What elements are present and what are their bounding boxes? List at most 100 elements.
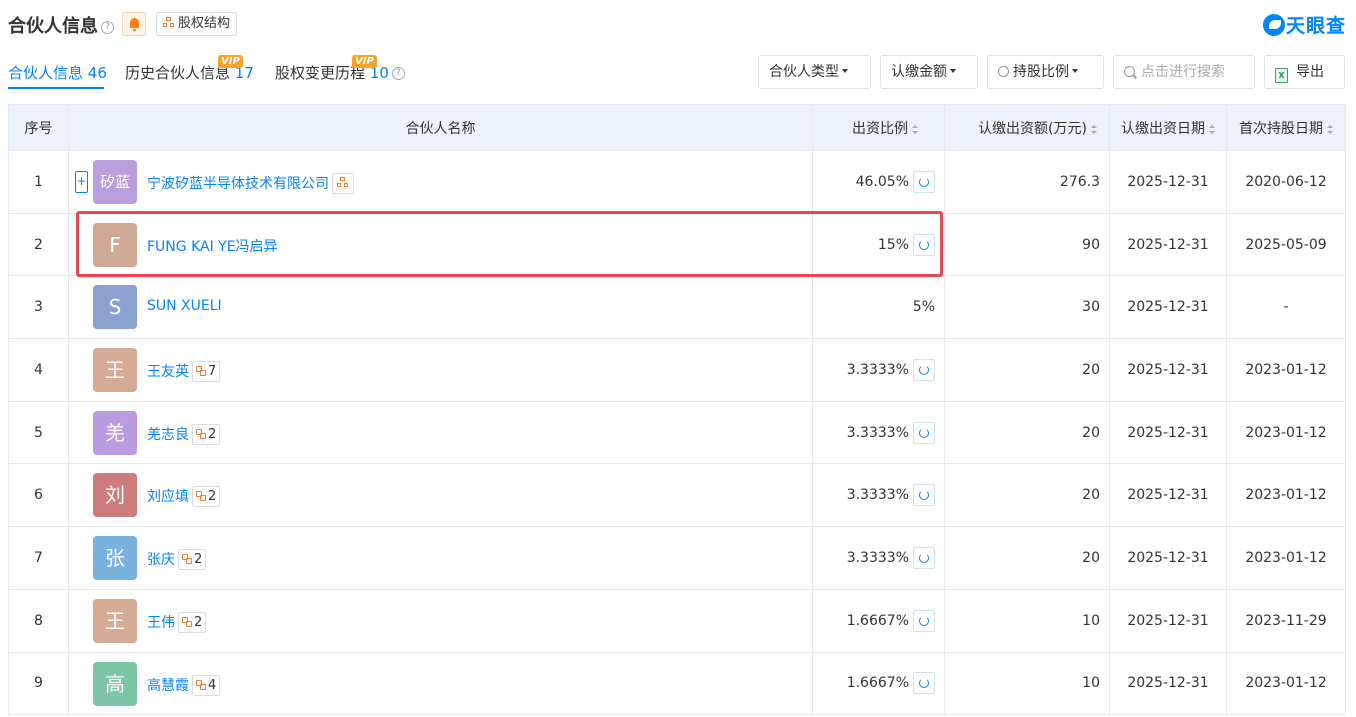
holding-ratio-dropdown[interactable]: 持股比例 [987,55,1104,89]
avatar[interactable]: 高 [93,661,137,706]
related-companies-tag[interactable]: 2 [192,486,221,508]
cell-partner: 羌 羌志良 2 [68,400,813,465]
search-input[interactable]: 点击进行搜索 [1113,55,1255,89]
pie-chart-icon[interactable] [913,170,935,193]
cell-amount: 90 [944,212,1110,277]
related-count: 2 [208,426,217,442]
cell-ratio: 5% [812,275,945,340]
ratio-value: 1.6667% [846,612,909,629]
first-date-value: 2023-01-12 [1245,487,1327,504]
partner-name-link[interactable]: FUNG KAI YE冯启异 [147,239,278,255]
partner-name-link[interactable]: 王友英 [147,364,189,380]
avatar-text: F [109,232,121,257]
related-companies-tag[interactable]: 2 [192,423,221,445]
tab-history-partners[interactable]: 历史合伙人信息 17 VIP [125,55,254,83]
partner-name-line: 王友英 7 [147,361,221,383]
first-date-value: 2023-01-12 [1245,424,1327,441]
brand-logo[interactable]: 天眼查 [1262,11,1346,38]
sort-icon[interactable] [1091,124,1097,134]
expand-icon[interactable]: + [75,171,88,193]
cell-amount: 10 [944,588,1110,653]
col-header-sub-date[interactable]: 认缴出资日期 [1109,104,1227,151]
cell-index: 8 [8,588,69,653]
cell-first-date: - [1226,275,1346,340]
bell-icon [130,18,139,31]
avatar[interactable]: 矽蓝 [93,160,137,204]
partner-name-link[interactable]: 王伟 [147,615,175,631]
cell-amount: 30 [944,275,1110,340]
pie-chart-icon[interactable] [913,484,935,507]
partner-name-link[interactable]: 刘应填 [147,489,189,505]
search-placeholder: 点击进行搜索 [1141,64,1225,80]
active-tab-indicator [8,87,104,89]
related-companies-tag[interactable]: 4 [192,674,221,696]
related-companies-tag[interactable]: 2 [178,549,207,571]
avatar[interactable]: 王 [93,598,137,643]
col-header-amount[interactable]: 认缴出资额(万元) [944,104,1110,151]
avatar[interactable]: 张 [93,536,137,581]
row-index: 5 [34,424,43,441]
row-index: 7 [34,549,43,566]
avatar[interactable]: 刘 [93,473,137,518]
cell-sub-date: 2025-12-31 [1109,212,1227,277]
related-companies-tag[interactable]: 2 [178,611,207,633]
cell-sub-date: 2025-12-31 [1109,338,1227,402]
sub-date-value: 2025-12-31 [1127,173,1209,190]
sub-date-value: 2025-12-31 [1127,424,1209,441]
equity-structure-button[interactable]: 股权结构 [156,12,238,36]
cell-first-date: 2023-01-12 [1226,526,1346,590]
cell-partner: 刘 刘应填 2 [68,463,813,528]
cell-first-date: 2023-01-12 [1226,651,1346,716]
tab-equity-changes[interactable]: 股权变更历程 10? VIP [275,55,405,83]
ratio-value: 3.3333% [846,487,909,504]
row-index: 3 [34,299,43,316]
col-header-ratio[interactable]: 出资比例 [812,104,945,151]
amount-value: 276.3 [1059,173,1100,190]
cell-ratio: 3.3333% [812,338,945,402]
vip-badge: VIP [352,55,377,68]
col-header-first-date[interactable]: 首次持股日期 [1226,104,1346,151]
partner-name-link[interactable]: 羌志良 [147,427,189,443]
table-row: 8 王 王伟 2 1.6667% 10 2025-12-31 2023-11-29 [8,588,1346,653]
structure-tag[interactable] [332,173,354,194]
pie-chart-icon[interactable] [913,609,935,632]
partner-name-link[interactable]: 宁波矽蓝半导体技术有限公司 [147,176,329,192]
cell-sub-date: 2025-12-31 [1109,588,1227,653]
subscribed-amount-dropdown[interactable]: 认缴金额 [880,55,978,89]
pie-chart-icon[interactable] [913,672,935,695]
avatar[interactable]: 王 [93,348,137,393]
cell-first-date: 2023-01-12 [1226,463,1346,528]
help-icon[interactable]: ? [391,67,405,80]
partner-name-line: 张庆 2 [147,549,207,571]
subscribe-bell-button[interactable] [122,12,146,36]
logo-mark-icon [1262,14,1285,36]
amount-value: 10 [1082,675,1100,692]
pie-chart-icon[interactable] [913,546,935,569]
amount-value: 20 [1082,361,1100,378]
tab-partner-info[interactable]: 合伙人信息 46 [8,62,107,83]
cell-index: 9 [8,651,69,716]
dropdown-label: 认缴金额 [891,64,947,80]
related-companies-tag[interactable]: 7 [192,361,221,383]
partner-name-link[interactable]: 高慧霞 [147,678,189,694]
org-chart-icon [163,17,175,28]
export-button[interactable]: X 导出 [1264,55,1345,89]
sort-icon[interactable] [1327,124,1333,134]
partner-type-dropdown[interactable]: 合伙人类型 [758,55,871,89]
help-icon[interactable]: ? [101,20,114,34]
sub-date-value: 2025-12-31 [1127,612,1209,629]
avatar[interactable]: S [93,285,137,330]
pie-chart-icon[interactable] [913,421,935,444]
pie-chart-icon[interactable] [913,358,935,381]
first-date-value: 2023-01-12 [1245,549,1327,566]
avatar[interactable]: 羌 [93,410,137,455]
cell-index: 1 [8,150,69,214]
avatar[interactable]: F [93,222,137,267]
partner-name-link[interactable]: 张庆 [147,552,175,568]
col-header-label: 首次持股日期 [1239,120,1323,137]
pie-chart-icon[interactable] [913,233,935,256]
sort-icon[interactable] [912,124,918,134]
sort-icon[interactable] [1209,124,1215,134]
cell-amount: 276.3 [944,150,1110,214]
partner-name-link[interactable]: SUN XUELI [147,298,222,314]
